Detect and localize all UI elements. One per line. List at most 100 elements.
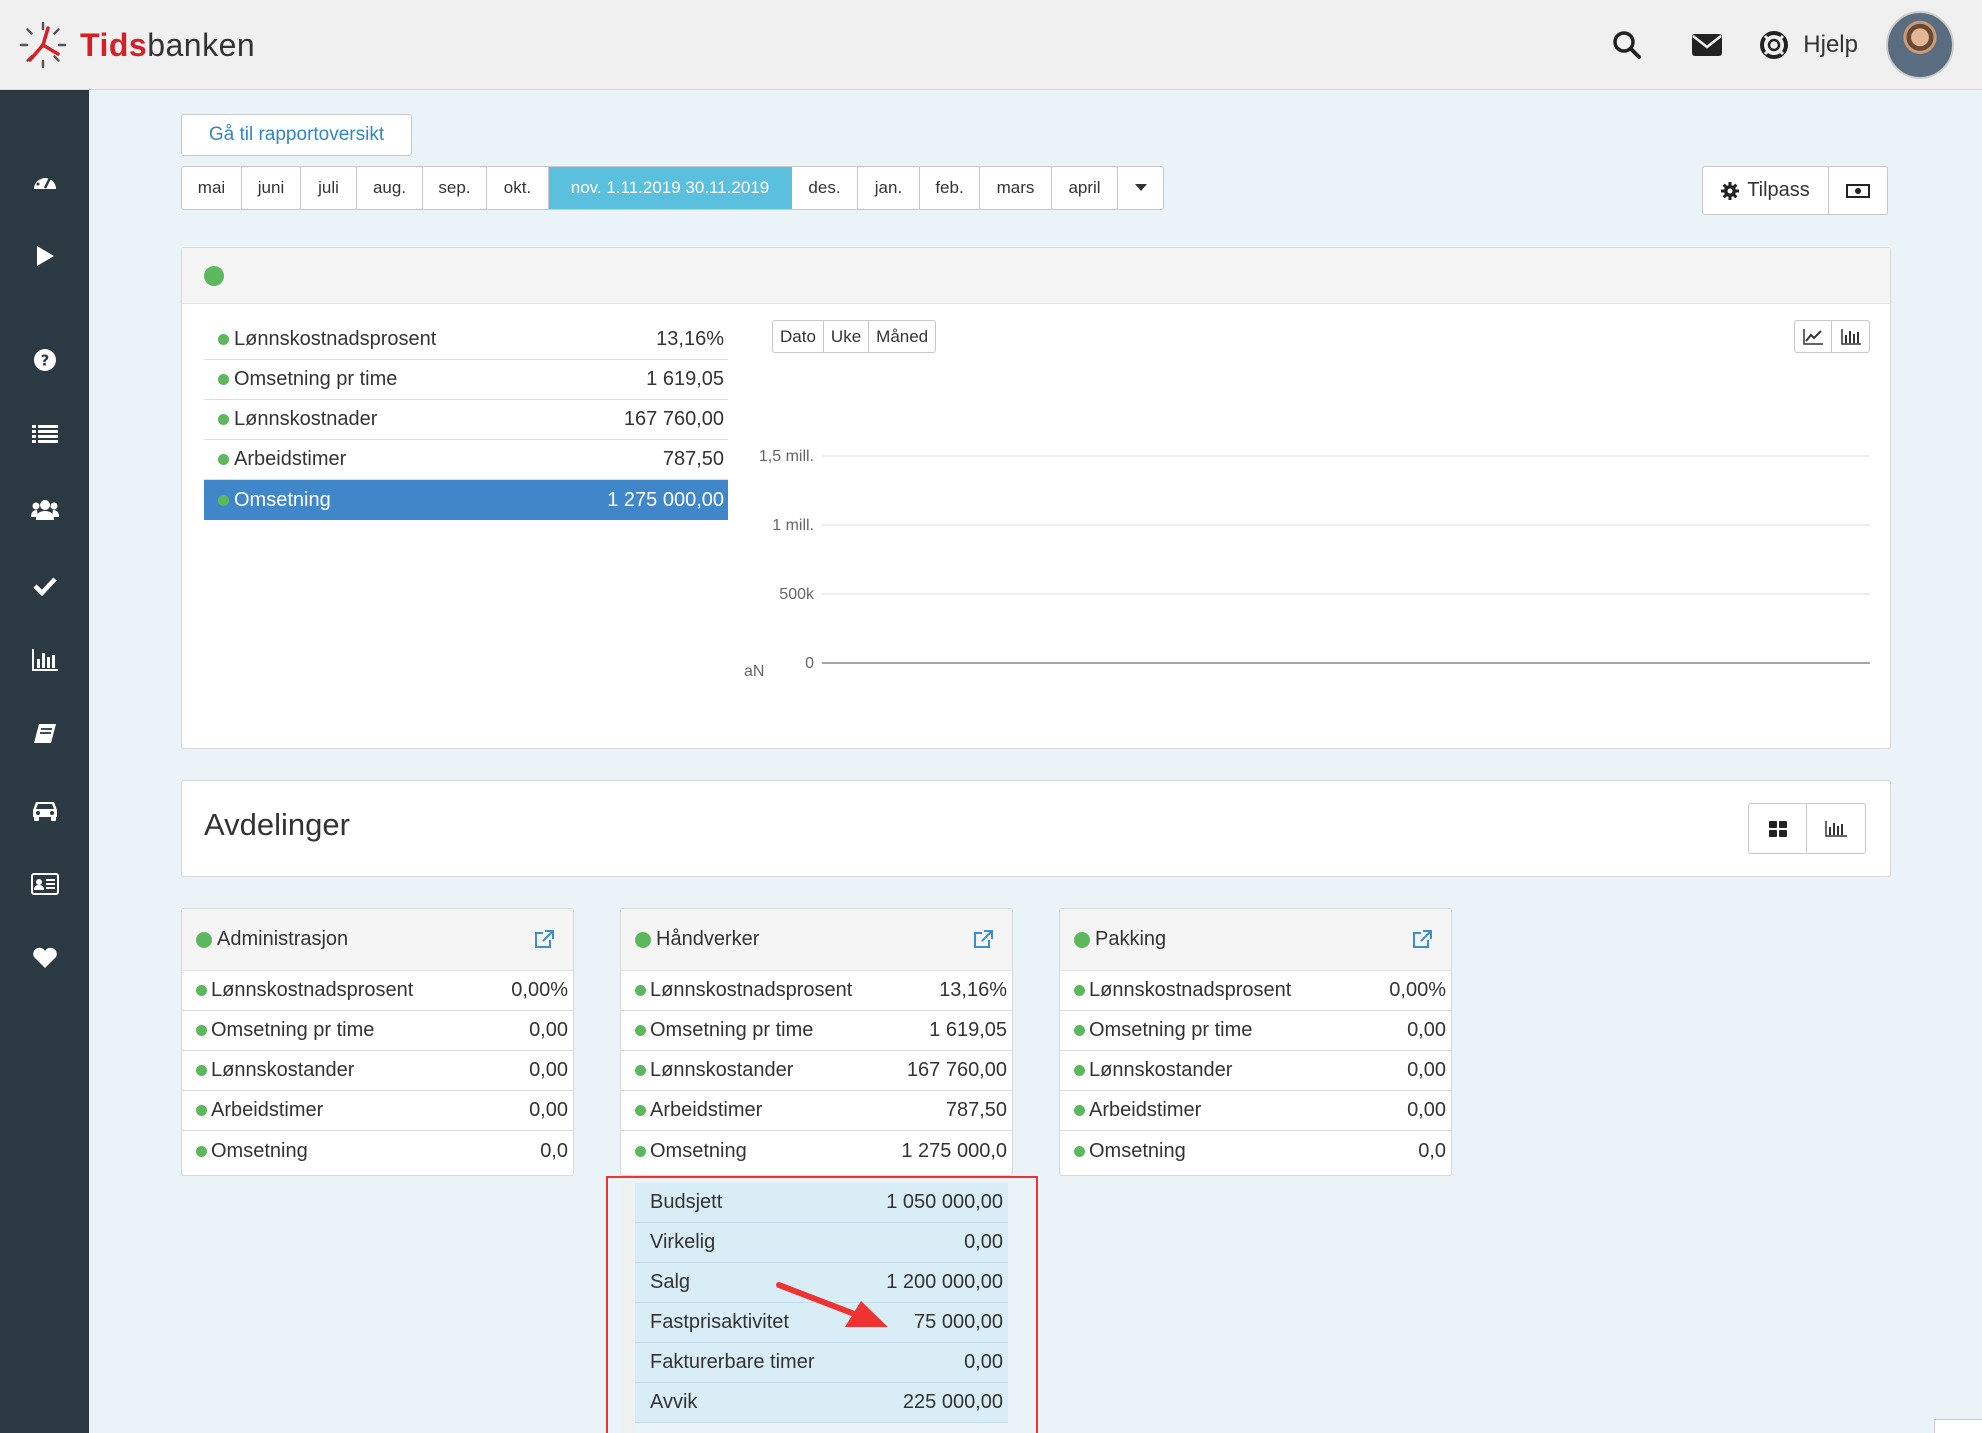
bar-chart-button[interactable]	[1832, 321, 1869, 352]
department-row: Omsetning pr time 0,00	[1060, 1011, 1451, 1051]
department-row: Arbeidstimer 0,00	[182, 1091, 573, 1131]
gear-icon	[1721, 181, 1740, 200]
status-dot	[196, 1105, 207, 1116]
status-dot	[635, 1145, 646, 1157]
y-tick-label: 500k	[779, 586, 815, 603]
month-tab[interactable]: mars	[980, 167, 1052, 209]
messages-button[interactable]	[1667, 0, 1747, 90]
status-dot	[635, 1065, 646, 1076]
open-department-button[interactable]	[1411, 929, 1433, 955]
bar-chart-icon	[31, 649, 58, 671]
sidebar-item-help[interactable]: ?	[0, 338, 89, 382]
brand-name: Tidsbanken	[80, 27, 255, 64]
bar-chart-icon	[1840, 328, 1861, 345]
status-dot	[196, 1065, 207, 1076]
line-chart-button[interactable]	[1795, 321, 1832, 352]
customize-group: Tilpass	[1702, 166, 1888, 215]
avatar[interactable]	[1886, 11, 1954, 79]
status-dot	[1074, 931, 1090, 948]
y-tick-label: 1 mill.	[772, 517, 814, 534]
currency-button[interactable]	[1829, 167, 1887, 214]
car-icon	[32, 802, 57, 821]
open-department-button[interactable]	[533, 929, 555, 955]
row-value: 13,16%	[939, 979, 1007, 1001]
month-tab[interactable]: april	[1052, 167, 1118, 209]
logo[interactable]: Tidsbanken	[18, 20, 255, 70]
month-tab[interactable]: sep.	[423, 167, 487, 209]
sidebar-item-dashboard[interactable]	[0, 160, 89, 204]
month-tab[interactable]: juli	[301, 167, 357, 209]
sidebar-item-play[interactable]	[0, 234, 89, 278]
range-month-button[interactable]: Måned	[869, 321, 935, 352]
sidebar-item-profile[interactable]	[0, 862, 89, 906]
month-tab[interactable]: mai	[182, 167, 242, 209]
kpi-row-selected[interactable]: Omsetning 1 275 000,00	[204, 480, 728, 520]
month-tab[interactable]: juni	[242, 167, 301, 209]
brand-suffix: banken	[147, 26, 256, 63]
question-icon: ?	[33, 349, 56, 371]
sidebar-item-list[interactable]	[0, 412, 89, 456]
range-date-button[interactable]: Dato	[773, 321, 824, 352]
status-dot	[1074, 1105, 1085, 1116]
department-row: Omsetning pr time 0,00	[182, 1011, 573, 1051]
kpi-label: Lønnskostnadsprosent	[234, 328, 437, 350]
month-tab[interactable]: feb.	[920, 167, 980, 209]
department-row: Lønnskostander 0,00	[182, 1051, 573, 1091]
row-value: 0,00%	[1389, 979, 1446, 1001]
kpi-label: Lønnskostnader	[234, 408, 378, 430]
detail-row: Budsjett 1 050 000,00	[635, 1183, 1008, 1223]
svg-text:?: ?	[40, 352, 49, 370]
row-value: 0,00	[1407, 1099, 1446, 1121]
sidebar: ?	[0, 90, 89, 1433]
detail-row: Virkelig 0,00	[635, 1223, 1008, 1263]
month-tab[interactable]: jan.	[858, 167, 920, 209]
month-tab[interactable]: okt.	[487, 167, 549, 209]
status-dot	[218, 414, 229, 425]
open-department-button[interactable]	[972, 929, 994, 955]
month-tab[interactable]: des.	[792, 167, 858, 209]
money-icon	[1846, 183, 1870, 198]
customize-button[interactable]: Tilpass	[1703, 167, 1829, 214]
sidebar-item-users[interactable]	[0, 488, 89, 532]
status-dot	[1074, 1025, 1085, 1036]
search-button[interactable]	[1587, 0, 1667, 90]
chart-range-group: Dato Uke Måned	[772, 320, 937, 353]
row-value: 0,0	[540, 1139, 568, 1162]
kpi-row[interactable]: Lønnskostnader 167 760,00	[204, 400, 728, 440]
detail-row: Fakturerbare timer 0,00	[635, 1343, 1008, 1383]
sidebar-item-vehicles[interactable]	[0, 788, 89, 832]
department-row: Omsetning 0,0	[1060, 1131, 1451, 1171]
department-row: Omsetning pr time 1 619,05	[621, 1011, 1012, 1051]
status-dot	[1074, 985, 1085, 996]
external-link-icon	[1413, 930, 1432, 948]
sidebar-item-favorites[interactable]	[0, 936, 89, 980]
mail-icon	[1692, 34, 1723, 56]
row-label: Arbeidstimer	[211, 1099, 324, 1121]
department-name: Pakking	[1095, 928, 1167, 950]
more-months-dropdown[interactable]	[1118, 167, 1163, 209]
detail-indent-bar	[621, 1183, 633, 1433]
sidebar-item-approvals[interactable]	[0, 564, 89, 608]
detail-value: 75 000,00	[914, 1311, 1003, 1333]
section-title: Avdelinger	[204, 807, 350, 842]
report-overview-link[interactable]: Gå til rapportoversikt	[181, 114, 412, 156]
grid-view-button[interactable]	[1749, 804, 1807, 853]
month-tab-active[interactable]: nov. 1.11.2019 30.11.2019	[549, 167, 792, 209]
range-week-button[interactable]: Uke	[824, 321, 870, 352]
kpi-chart: 1,5 mill.1 mill.500k0aNke	[744, 448, 1870, 680]
sidebar-item-reports[interactable]	[0, 638, 89, 682]
row-label: Omsetning pr time	[650, 1019, 814, 1041]
kpi-row[interactable]: Lønnskostnadsprosent 13,16%	[204, 320, 728, 360]
id-card-icon	[30, 873, 59, 895]
sidebar-item-handbook[interactable]	[0, 712, 89, 756]
row-value: 1 619,05	[929, 1019, 1007, 1041]
annotation-arrow-icon	[776, 1282, 888, 1327]
detail-value: 1 050 000,00	[886, 1191, 1003, 1213]
month-tab[interactable]: aug.	[357, 167, 423, 209]
help-button[interactable]: Hjelp	[1747, 0, 1886, 90]
chart-view-button[interactable]	[1807, 804, 1865, 853]
kpi-row[interactable]: Omsetning pr time 1 619,05	[204, 360, 728, 400]
kpi-row[interactable]: Arbeidstimer 787,50	[204, 440, 728, 480]
row-value: 0,00	[529, 1019, 568, 1041]
department-row-expandable[interactable]: Omsetning 1 275 000,0	[621, 1131, 1012, 1171]
